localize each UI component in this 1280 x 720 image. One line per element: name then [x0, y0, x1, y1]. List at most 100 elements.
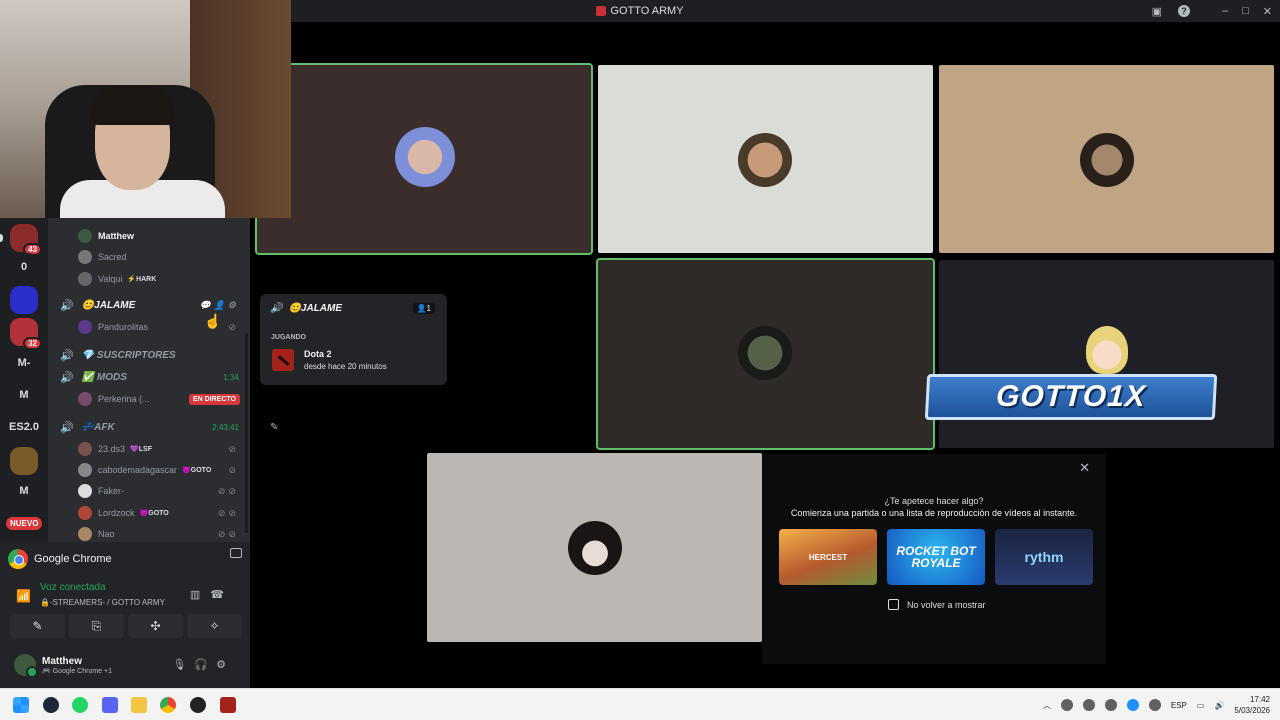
maximize-button[interactable]: □ — [1242, 5, 1249, 17]
clan-tag: 😈GOTO — [139, 510, 169, 517]
server-icon-2[interactable] — [10, 286, 38, 314]
activity-card-label: ROCKET BOT ROYALE — [896, 544, 976, 570]
voice-user-row[interactable]: Nao ⊘⊘ — [48, 524, 250, 542]
activity-card-label: HERCEST — [808, 552, 848, 562]
server-icon-4[interactable]: M- — [10, 349, 38, 377]
voice-user-row[interactable]: Sacred — [48, 247, 250, 267]
minimize-button[interactable]: – — [1222, 5, 1228, 17]
inbox-icon[interactable]: ▣ — [1152, 5, 1162, 18]
voice-user-row[interactable]: Perkerina (... EN DIRECTO — [48, 389, 250, 409]
streamer-hair — [90, 85, 175, 125]
help-icon[interactable]: ? — [1178, 5, 1190, 17]
voice-user-row[interactable]: Valqui ⚡HARK — [48, 269, 250, 289]
windows-start-icon[interactable] — [13, 697, 29, 713]
video-tile[interactable] — [598, 65, 933, 253]
signal-icon[interactable]: 📶 — [16, 589, 31, 603]
voice-stage: GOTTO1X 🔊 😊JALAME 👤1 JUGANDO Dota 2 desd… — [250, 22, 1280, 688]
avatar — [1080, 133, 1134, 187]
server-icon-3[interactable]: 32 — [10, 318, 42, 350]
deafened-icon: ⊘ — [228, 321, 239, 332]
dota-icon — [272, 349, 294, 371]
dota-icon[interactable] — [220, 697, 236, 713]
share-screen-button[interactable]: ⎘ — [69, 614, 124, 638]
voice-user-row[interactable]: Faker- ⊘⊘ — [48, 481, 250, 501]
volume-icon[interactable]: 🔊 — [1214, 701, 1224, 710]
network-icon[interactable]: ▭ — [1197, 701, 1205, 710]
soundboard-button[interactable]: ✧ — [187, 614, 242, 638]
windows-taskbar: ︿ ESP ▭ 🔊 17:42 5/03/2026 — [0, 688, 1280, 720]
server-icon-5[interactable]: M — [10, 381, 38, 409]
chevron-up-icon[interactable]: ︿ — [1043, 700, 1051, 711]
avatar[interactable] — [14, 654, 38, 678]
voice-channel-path[interactable]: 🔒-STREAMERS- / GOTTO ARMY — [40, 598, 165, 607]
voice-controls: ▥☎ — [190, 588, 234, 601]
server-label: M — [19, 485, 29, 497]
camera-off-icon: ✎ — [32, 619, 43, 633]
camera-off-icon[interactable]: ✎ — [270, 422, 278, 433]
steam-icon[interactable] — [43, 697, 59, 713]
discord-icon[interactable] — [102, 697, 118, 713]
app-icon[interactable] — [190, 697, 206, 713]
deafened-icon: ⊘ — [228, 464, 239, 475]
file-explorer-icon[interactable] — [131, 697, 147, 713]
voice-user-row[interactable]: cabodemadagascar 😈GOTO ⊘ — [48, 460, 250, 480]
user-name: Pandurolitas — [98, 322, 149, 332]
bluetooth-icon[interactable] — [1126, 699, 1139, 711]
server-label: M- — [17, 357, 31, 369]
camera-button[interactable]: ✎ — [10, 614, 65, 638]
whatsapp-icon[interactable] — [72, 697, 88, 713]
activity-card[interactable]: 🔊 😊JALAME 👤1 JUGANDO Dota 2 desde hace 2… — [260, 294, 447, 385]
server-icon-6[interactable]: ES2.0 — [9, 413, 39, 441]
server-icon-7[interactable] — [10, 447, 38, 475]
now-playing[interactable]: Google Chrome — [8, 546, 242, 572]
channel-name: 💤AFK — [81, 421, 115, 433]
disconnect-icon[interactable]: ☎ — [210, 589, 234, 601]
server-icon-0[interactable]: 43 — [10, 224, 42, 256]
activity-cards: HERCEST ROCKET BOT ROYALE rythm — [779, 529, 1093, 585]
video-tile[interactable] — [255, 63, 593, 255]
activities-button[interactable]: ✣ — [128, 614, 183, 638]
server-label: ES2.0 — [9, 421, 39, 433]
microphone-icon[interactable]: 🎙 — [172, 659, 194, 671]
dont-show-again-checkbox[interactable] — [888, 599, 899, 610]
avatar — [78, 320, 92, 334]
avatar — [738, 326, 792, 380]
chrome-icon[interactable] — [160, 697, 176, 713]
close-icon[interactable]: ✕ — [1079, 460, 1090, 476]
voice-channel-mods[interactable]: 🔊 ✅ MODS 1:34 — [48, 367, 250, 387]
voice-user-row[interactable]: Matthew — [48, 226, 250, 246]
channel-actions[interactable]: 💬👤⚙ — [200, 300, 239, 311]
video-tile[interactable] — [939, 65, 1274, 253]
activity-card-hercest[interactable]: HERCEST — [779, 529, 877, 585]
video-tile[interactable] — [427, 453, 762, 642]
tray-icon[interactable] — [1082, 699, 1095, 711]
voice-channel-afk[interactable]: 🔊 💤AFK 2:43:41 — [48, 417, 250, 437]
server-icon-8[interactable]: M — [10, 477, 38, 505]
activity-card-rythm[interactable]: rythm — [995, 529, 1093, 585]
close-window-button[interactable]: ✕ — [1263, 5, 1272, 18]
activity-card-rocket-bot-royale[interactable]: ROCKET BOT ROYALE — [887, 529, 985, 585]
tray-icon[interactable] — [1104, 699, 1117, 711]
voice-user-row[interactable]: 23.ds3 💜LSF ⊘ — [48, 439, 250, 459]
voice-channel-suscriptores[interactable]: 🔊 💎 SUSCRIPTORES — [48, 345, 250, 365]
gear-icon[interactable]: ⚙ — [216, 659, 234, 671]
screen-share-icon[interactable] — [230, 548, 242, 558]
clock[interactable]: 17:42 5/03/2026 — [1234, 694, 1270, 716]
tray-icon[interactable] — [1060, 699, 1073, 711]
activity-label: JUGANDO — [271, 334, 307, 341]
scrollbar[interactable] — [245, 333, 248, 533]
noise-suppression-icon[interactable]: ▥ — [190, 589, 210, 601]
clan-tag: 💜LSF — [130, 446, 152, 453]
voice-channel-jalame[interactable]: 🔊 😊JALAME 💬👤⚙ — [48, 295, 250, 315]
clock-date: 5/03/2026 — [1234, 706, 1270, 715]
server-icon-1[interactable]: 0 — [10, 253, 38, 281]
user-name: 23.ds3 — [98, 444, 126, 454]
headphones-icon[interactable]: 🎧 — [194, 659, 216, 671]
channel-timer: 2:43:41 — [212, 422, 239, 432]
language-indicator[interactable]: ESP — [1171, 701, 1187, 710]
speaker-icon: 🔊 — [60, 371, 74, 384]
video-tile[interactable] — [596, 258, 935, 450]
voice-user-row[interactable]: Lordzock 😈GOTO ⊘⊘ — [48, 503, 250, 523]
user-info[interactable]: Matthew 🎮 Google Chrome +1 — [42, 656, 112, 675]
microphone-icon[interactable] — [1148, 699, 1161, 711]
